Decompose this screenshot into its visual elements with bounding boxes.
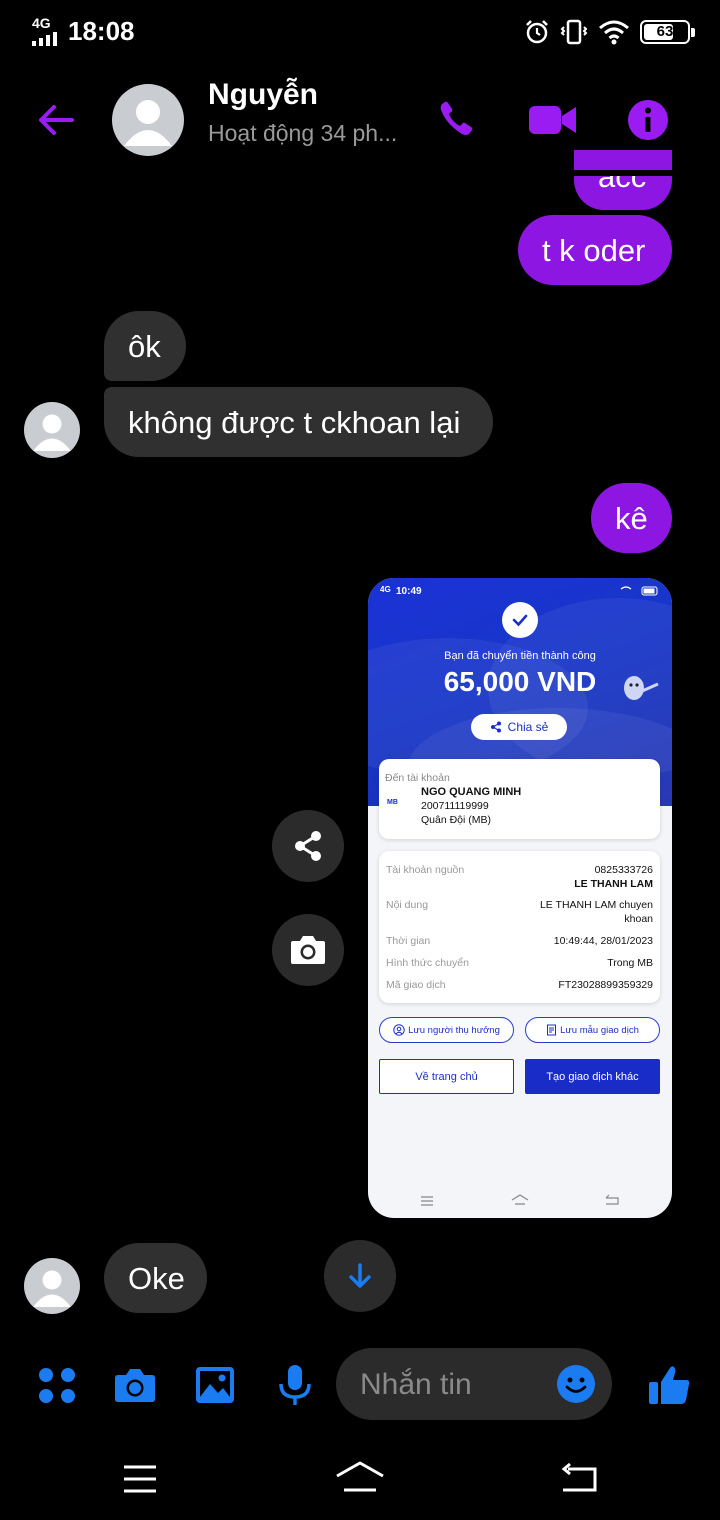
mini-status-icons (620, 586, 658, 598)
document-icon (547, 1024, 557, 1036)
contact-avatar-small[interactable] (24, 1258, 80, 1314)
share-icon (490, 721, 501, 733)
detail-key: Nội dung (386, 899, 429, 911)
info-icon[interactable] (626, 98, 670, 142)
message-text: Oke (128, 1260, 185, 1296)
alarm-icon (526, 20, 548, 44)
message-outgoing[interactable]: kê (591, 483, 672, 553)
wifi-icon (599, 20, 629, 45)
message-outgoing[interactable]: t k oder (518, 215, 672, 285)
emoji-icon[interactable] (556, 1364, 596, 1404)
thumbs-up-icon[interactable] (646, 1362, 692, 1408)
message-text: ôk (128, 328, 161, 364)
network-type: 4G (32, 15, 51, 31)
vibrate-icon (560, 19, 588, 45)
detail-key: Hình thức chuyển (386, 957, 469, 969)
transfer-success-text: Bạn đã chuyển tiền thành công (444, 650, 596, 662)
bank-logo: MB (387, 799, 398, 806)
contact-avatar-small[interactable] (24, 402, 80, 458)
recipient-card: Đến tài khoản MB NGO QUANG MINH 20071111… (379, 759, 660, 839)
status-time: 18:08 (68, 16, 135, 46)
status-bar: 4G 18:08 63 (0, 0, 720, 64)
new-transaction-button[interactable]: Tạo giao dịch khác (525, 1059, 660, 1094)
menu-icon (421, 1196, 433, 1206)
scroll-to-bottom-button[interactable] (324, 1240, 396, 1312)
gallery-icon[interactable] (192, 1362, 238, 1408)
phone-call-icon[interactable] (434, 98, 478, 142)
mini-nav-bar (368, 1188, 672, 1214)
detail-value: Trong MB (607, 957, 653, 969)
detail-value: FT23028899359329 (558, 979, 653, 991)
home-button[interactable]: Về trang chủ (379, 1059, 514, 1094)
share-icon (295, 831, 321, 861)
message-text: kê (615, 500, 648, 536)
arrow-down-icon (349, 1263, 371, 1288)
save-template-button[interactable]: Lưu mẫu giao dịch (525, 1017, 660, 1043)
to-account-label: Đến tài khoản (385, 772, 450, 784)
share-image-button[interactable] (272, 810, 344, 882)
detail-key: Mã giao dịch (386, 979, 446, 991)
transaction-details-card: Tài khoản nguồn 0825333726 LE THANH LAM … (379, 851, 660, 1003)
save-beneficiary-label: Lưu người thụ hưởng (408, 1024, 500, 1036)
battery-icon: 63 (640, 20, 695, 44)
battery-level: 63 (656, 23, 674, 40)
detail-key: Thời gian (386, 935, 431, 947)
message-outgoing[interactable]: acc (574, 150, 672, 210)
success-check-icon (502, 602, 538, 638)
save-beneficiary-button[interactable]: Lưu người thụ hưởng (379, 1017, 514, 1043)
contact-avatar[interactable] (112, 84, 184, 156)
back-icon[interactable] (560, 1462, 598, 1494)
message-incoming[interactable]: Oke (104, 1243, 207, 1313)
save-template-label: Lưu mẫu giao dịch (560, 1024, 639, 1036)
message-composer: Nhắn tin (0, 1340, 720, 1430)
user-icon (393, 1024, 405, 1036)
contact-name[interactable]: Nguyễn (208, 78, 318, 112)
detail-value: 0825333726 (594, 864, 653, 876)
cellular-signal-icon: 4G (30, 15, 62, 46)
message-text: t k oder (542, 232, 646, 268)
recipient-name: NGO QUANG MINH (421, 786, 522, 798)
detail-value: khoan (624, 913, 653, 925)
camera-icon (291, 936, 325, 964)
message-input-placeholder: Nhắn tin (360, 1368, 472, 1401)
image-attachment[interactable]: 4G 10:49 Bạn đã chuyển tiền thành công 6… (368, 578, 672, 1218)
back-arrow-icon[interactable] (34, 98, 78, 142)
contact-status: Hoạt động 34 ph... (208, 120, 398, 146)
mini-status-time: 10:49 (396, 586, 422, 597)
recent-apps-icon[interactable] (122, 1464, 158, 1494)
back-icon (605, 1194, 619, 1205)
mini-network: 4G (380, 585, 391, 594)
message-text: không được t ckhoan lại (128, 404, 461, 440)
detail-value: LE THANH LAM chuyen (539, 899, 653, 911)
recipient-account: 200711119999 (421, 800, 489, 812)
detail-value: LE THANH LAM (574, 878, 653, 890)
detail-value: 10:49:44, 28/01/2023 (553, 935, 653, 947)
save-image-button[interactable] (272, 914, 344, 986)
message-text: acc (598, 159, 647, 194)
message-input[interactable]: Nhắn tin (336, 1348, 612, 1420)
home-icon[interactable] (334, 1460, 386, 1494)
camera-icon[interactable] (112, 1362, 158, 1408)
mascot-icon (624, 676, 659, 700)
share-button[interactable]: Chia sẻ (471, 714, 567, 740)
message-incoming[interactable]: không được t ckhoan lại (104, 387, 493, 457)
detail-key: Tài khoản nguồn (386, 864, 465, 876)
video-call-icon[interactable] (528, 98, 578, 142)
recipient-bank: Quân Đội (MB) (421, 814, 492, 826)
system-nav-bar (0, 1440, 720, 1520)
home-icon (511, 1194, 529, 1205)
microphone-icon[interactable] (272, 1362, 318, 1408)
share-label: Chia sẻ (507, 720, 549, 734)
message-incoming[interactable]: ôk (104, 311, 186, 381)
apps-grid-icon[interactable] (34, 1362, 80, 1408)
